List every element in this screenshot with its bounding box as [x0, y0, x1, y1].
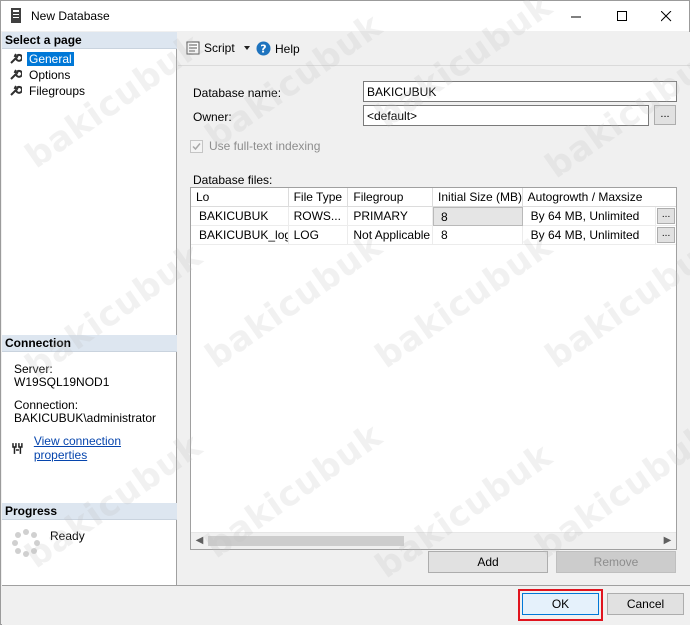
- view-connection-properties-link[interactable]: View connection properties: [34, 434, 176, 462]
- window-title: New Database: [31, 9, 110, 23]
- owner-input[interactable]: [363, 105, 649, 126]
- server-value: W19SQL19NOD1: [14, 375, 110, 389]
- column-logical-name[interactable]: Lo: [191, 188, 289, 206]
- scroll-right-icon[interactable]: ▶: [659, 535, 676, 546]
- close-button[interactable]: [643, 1, 689, 31]
- help-button[interactable]: ? Help: [256, 41, 300, 56]
- database-files-grid[interactable]: Lo File Type Filegroup Initial Size (MB)…: [190, 187, 677, 550]
- page-label: Options: [29, 67, 71, 82]
- progress-header: Progress: [2, 503, 177, 520]
- progress-spinner-icon: [12, 529, 40, 557]
- cell-autogrowth: By 64 MB, Unlimited: [522, 207, 657, 226]
- toolbar: Script ? Help: [178, 32, 690, 66]
- server-label: Server:: [14, 362, 53, 376]
- fulltext-label: Use full-text indexing: [209, 139, 321, 153]
- scrollbar-thumb[interactable]: [208, 536, 404, 546]
- cell-file-type[interactable]: LOG: [288, 226, 349, 245]
- connection-label: Connection:: [14, 398, 79, 412]
- minimize-icon: [570, 16, 581, 17]
- wrench-icon: [10, 85, 22, 96]
- database-name-input[interactable]: [363, 81, 677, 102]
- database-name-label: Database name:: [193, 86, 282, 100]
- checkbox-box[interactable]: [190, 139, 203, 153]
- table-row[interactable]: BAKICUBUK_log LOG Not Applicable 8 By 64…: [191, 226, 676, 245]
- wrench-icon: [10, 69, 22, 80]
- autogrowth-browse-button[interactable]: ...: [656, 207, 676, 226]
- cancel-button[interactable]: Cancel: [607, 593, 684, 615]
- autogrowth-browse-button[interactable]: ...: [656, 226, 676, 245]
- script-button[interactable]: Script: [186, 41, 255, 55]
- column-autogrowth[interactable]: Autogrowth / Maxsize: [523, 188, 676, 206]
- script-icon: [186, 41, 200, 55]
- checkmark-icon: [192, 142, 201, 150]
- maximize-button[interactable]: [599, 1, 645, 31]
- scroll-left-icon[interactable]: ◀: [191, 535, 208, 546]
- cell-initial-size[interactable]: 8: [433, 226, 523, 245]
- right-panel: Script ? Help Database name: Owner: ...: [178, 32, 690, 585]
- page-label: Filegroups: [29, 83, 86, 98]
- grid-header: Lo File Type Filegroup Initial Size (MB)…: [191, 188, 676, 207]
- page-filegroups[interactable]: Filegroups: [9, 83, 87, 98]
- cell-logical-name[interactable]: BAKICUBUK: [191, 207, 289, 226]
- browse-label: ...: [657, 208, 676, 224]
- page-label: General: [27, 51, 74, 66]
- page-options[interactable]: Options: [9, 67, 72, 82]
- title-bar: New Database: [1, 1, 689, 31]
- column-initial-size[interactable]: Initial Size (MB): [433, 188, 523, 206]
- general-page-content: Database name: Owner: ... Use full-text …: [178, 70, 689, 585]
- connection-header: Connection: [2, 335, 177, 352]
- new-database-dialog: New Database Select a page General Optio…: [0, 0, 690, 625]
- script-label: Script: [204, 41, 235, 55]
- select-page-header: Select a page: [2, 32, 177, 49]
- connection-value: BAKICUBUK\administrator: [14, 411, 157, 425]
- left-panel: Select a page General Options Filegroups…: [2, 32, 177, 585]
- browse-label: ...: [657, 227, 676, 243]
- table-row[interactable]: BAKICUBUK ROWS... PRIMARY 8 By 64 MB, Un…: [191, 207, 676, 226]
- fulltext-indexing-checkbox[interactable]: Use full-text indexing: [190, 139, 320, 153]
- database-icon: [11, 8, 21, 23]
- horizontal-scrollbar[interactable]: ◀ ▶: [191, 532, 676, 549]
- page-general[interactable]: General: [9, 51, 74, 66]
- cell-initial-size[interactable]: 8: [433, 207, 523, 226]
- owner-browse-button[interactable]: ...: [654, 105, 676, 125]
- cell-filegroup[interactable]: Not Applicable: [348, 226, 433, 245]
- remove-button[interactable]: Remove: [556, 551, 676, 573]
- help-icon: ?: [256, 41, 271, 56]
- connection-properties-icon: [12, 442, 23, 454]
- view-connection-properties[interactable]: View connection properties: [12, 434, 176, 462]
- minimize-button[interactable]: [553, 1, 599, 31]
- owner-label: Owner:: [193, 110, 232, 124]
- ok-button[interactable]: OK: [522, 593, 599, 615]
- help-label: Help: [275, 41, 300, 56]
- chevron-down-icon[interactable]: [239, 43, 255, 53]
- database-files-label: Database files:: [193, 173, 273, 187]
- cell-autogrowth: By 64 MB, Unlimited: [522, 226, 657, 245]
- column-file-type[interactable]: File Type: [289, 188, 349, 206]
- cell-filegroup[interactable]: PRIMARY: [348, 207, 433, 226]
- cell-logical-name[interactable]: BAKICUBUK_log: [191, 226, 289, 245]
- dialog-footer: OK Cancel: [2, 585, 690, 625]
- svg-text:?: ?: [260, 43, 266, 56]
- add-button[interactable]: Add: [428, 551, 548, 573]
- wrench-icon: [10, 53, 22, 64]
- progress-status: Ready: [50, 529, 85, 543]
- maximize-icon: [616, 10, 627, 21]
- close-icon: [660, 10, 671, 21]
- column-filegroup[interactable]: Filegroup: [348, 188, 434, 206]
- cell-file-type[interactable]: ROWS...: [288, 207, 349, 226]
